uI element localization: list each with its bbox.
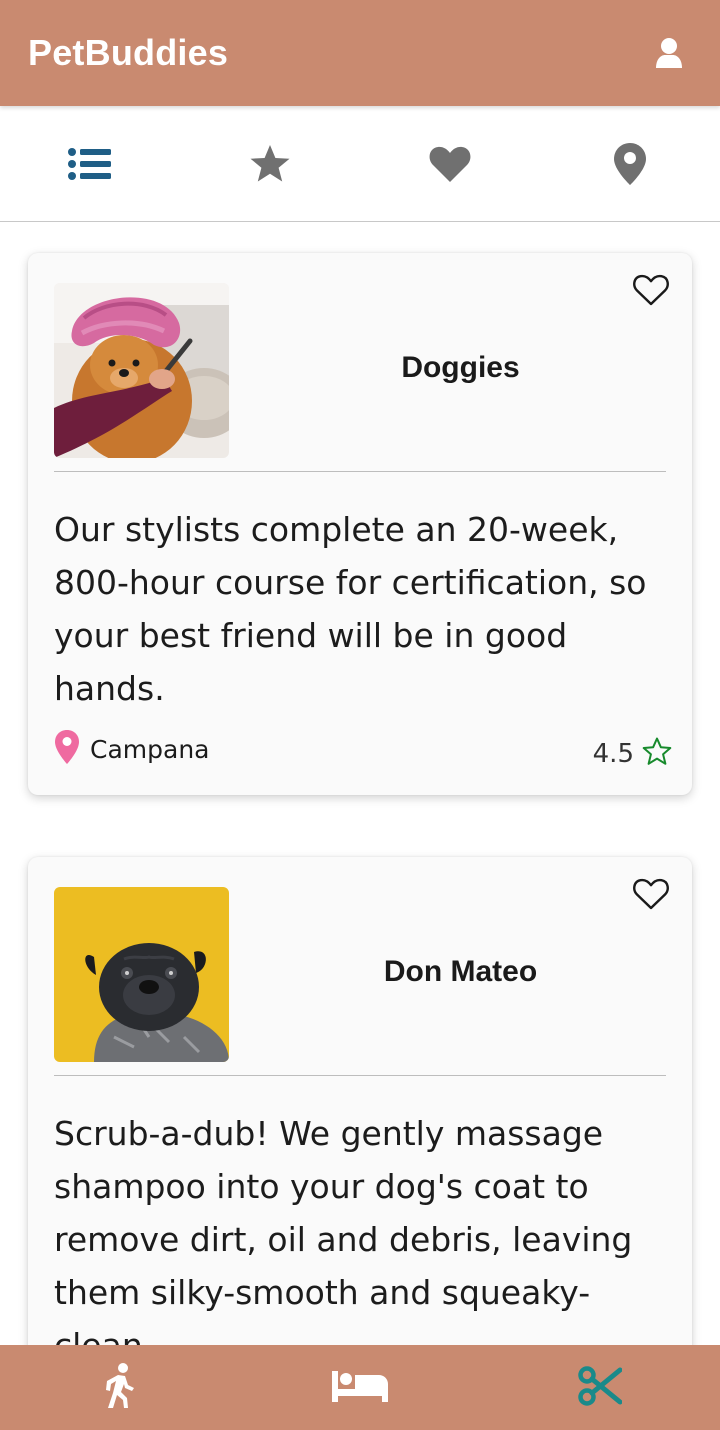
star-icon <box>249 144 291 184</box>
tab-featured[interactable] <box>180 106 360 221</box>
app-title: PetBuddies <box>28 32 229 73</box>
heart-icon <box>428 145 472 183</box>
provider-photo <box>54 283 229 458</box>
tab-favorites[interactable] <box>360 106 540 221</box>
divider <box>54 471 666 472</box>
provider-description: Our stylists complete an 20-week, 800-ho… <box>54 510 647 708</box>
location-label: Campana <box>90 734 210 764</box>
rating-value: 4.5 <box>592 738 634 769</box>
provider-description: Scrub-a-dub! We gently massage shampoo i… <box>54 1114 633 1345</box>
provider-card[interactable]: Don Mateo Scrub-a-dub! We gently massage… <box>28 857 692 1345</box>
divider <box>54 1075 666 1076</box>
provider-photo <box>54 887 229 1062</box>
tab-list[interactable] <box>0 106 180 221</box>
provider-name: Doggies <box>401 351 520 384</box>
tab-nearby[interactable] <box>540 106 720 221</box>
provider-rating: 4.5 <box>593 737 672 770</box>
nav-walking[interactable] <box>0 1345 240 1430</box>
favorite-heart-icon[interactable] <box>632 273 670 307</box>
app-bar: PetBuddies <box>0 0 720 106</box>
provider-location: Campana <box>54 729 209 769</box>
nav-boarding[interactable] <box>240 1345 480 1430</box>
list-icon <box>68 147 112 181</box>
scissors-icon <box>578 1365 623 1410</box>
favorite-heart-icon[interactable] <box>632 877 670 911</box>
provider-card[interactable]: Doggies Our stylists complete an 20-week… <box>28 253 692 795</box>
user-icon[interactable] <box>654 35 684 71</box>
star-outline-icon <box>642 737 672 770</box>
map-pin-icon <box>54 729 80 769</box>
walking-person-icon <box>103 1362 137 1413</box>
provider-name: Don Mateo <box>383 955 538 988</box>
nav-grooming[interactable] <box>480 1345 720 1430</box>
map-pin-icon <box>613 142 647 186</box>
bed-icon <box>331 1369 389 1407</box>
bottom-nav <box>0 1345 720 1430</box>
provider-list: Doggies Our stylists complete an 20-week… <box>0 223 720 1345</box>
filter-tabs <box>0 106 720 222</box>
